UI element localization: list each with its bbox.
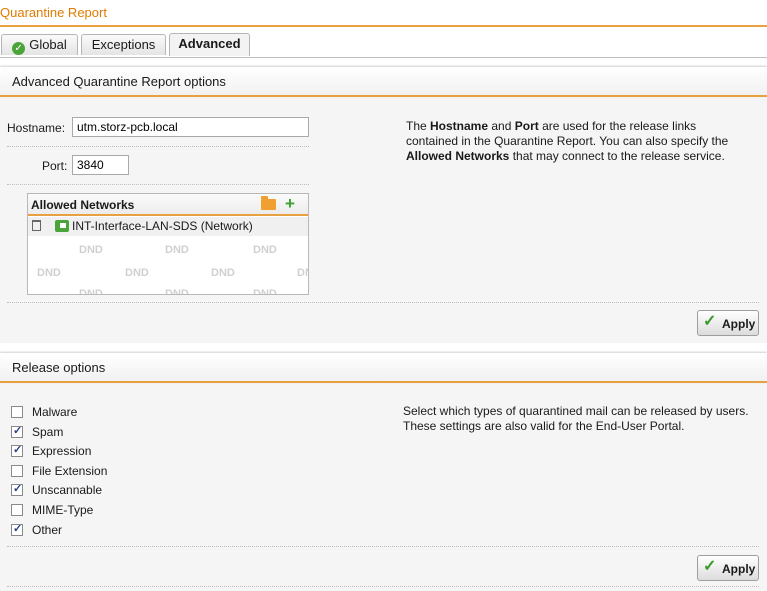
dnd-watermark: DND: [297, 267, 308, 279]
divider: [7, 146, 309, 147]
dnd-watermark: DND: [79, 288, 103, 295]
dnd-watermark: DND: [253, 244, 277, 256]
tab-advanced[interactable]: Advanced: [169, 33, 250, 56]
dnd-watermark: DND: [125, 267, 149, 279]
checkbox-label[interactable]: Unscannable: [32, 483, 102, 497]
dnd-watermark: DND: [211, 267, 235, 279]
checkbox-label[interactable]: File Extension: [32, 464, 107, 478]
port-input[interactable]: [72, 155, 129, 175]
tab-global-label: Global: [29, 37, 67, 52]
release-description: Select which types of quarantined mail c…: [403, 404, 749, 433]
dnd-watermark: DND: [253, 288, 277, 295]
divider: [7, 586, 759, 587]
checkbox-malware[interactable]: [11, 406, 23, 418]
tab-exceptions-label: Exceptions: [91, 37, 156, 52]
network-icon: [55, 220, 69, 232]
allowed-networks-title: Allowed Networks: [31, 198, 135, 212]
checkbox-expression[interactable]: [11, 443, 23, 457]
hostname-label: Hostname:: [7, 121, 66, 135]
advanced-description: The Hostname and Port are used for the r…: [406, 119, 729, 163]
checkbox-label[interactable]: Expression: [32, 444, 91, 458]
release-options-header: Release options: [0, 353, 767, 383]
apply-button[interactable]: ✓ Apply: [697, 310, 759, 336]
checkmark-icon: ✓: [703, 313, 717, 330]
checkbox-label[interactable]: Spam: [32, 425, 63, 439]
tab-global[interactable]: ✓ Global: [1, 34, 78, 55]
checkbox-mime-type[interactable]: [11, 504, 23, 516]
divider: [7, 302, 759, 303]
folder-icon[interactable]: [261, 196, 276, 210]
release-options-heading: Release options: [12, 360, 106, 375]
allowed-networks-header: Allowed Networks +: [28, 194, 308, 216]
tab-bar: ✓ Global Exceptions Advanced: [0, 27, 767, 58]
checkmark-icon: ✓: [703, 558, 717, 575]
dnd-watermark: DND: [79, 244, 103, 256]
dnd-watermark: DND: [165, 288, 189, 295]
check-circle-icon: ✓: [12, 42, 26, 55]
tab-exceptions[interactable]: Exceptions: [81, 34, 166, 55]
checkbox-label[interactable]: MIME-Type: [32, 503, 93, 517]
add-icon[interactable]: +: [285, 195, 295, 212]
checkbox-spam[interactable]: [11, 424, 23, 438]
apply-button-label: Apply: [722, 562, 756, 576]
checkbox-label[interactable]: Malware: [32, 405, 77, 419]
page-title: Quarantine Report: [0, 5, 107, 20]
network-name: INT-Interface-LAN-SDS (Network): [72, 219, 253, 233]
allowed-networks-box[interactable]: Allowed Networks + INT-Interface-LAN-SDS…: [27, 193, 309, 295]
hostname-input[interactable]: [72, 117, 309, 137]
network-list-item[interactable]: INT-Interface-LAN-SDS (Network): [28, 217, 308, 236]
checkbox-other[interactable]: [11, 522, 23, 536]
window-title-bar: Quarantine Report: [0, 0, 767, 27]
divider: [7, 546, 759, 547]
advanced-options-heading: Advanced Quarantine Report options: [12, 74, 226, 89]
release-options-section: Release options: [0, 353, 767, 591]
port-label: Port:: [42, 159, 68, 173]
dnd-watermark: DND: [37, 267, 61, 279]
checkbox-file-extension[interactable]: [11, 465, 23, 477]
advanced-options-header: Advanced Quarantine Report options: [0, 67, 767, 97]
trash-icon[interactable]: [32, 220, 41, 231]
apply-button[interactable]: ✓ Apply: [697, 555, 759, 581]
divider: [7, 184, 309, 185]
dnd-watermark: DND: [165, 244, 189, 256]
checkbox-unscannable[interactable]: [11, 482, 23, 496]
apply-button-label: Apply: [722, 317, 756, 331]
checkbox-label[interactable]: Other: [32, 523, 62, 537]
tab-advanced-label: Advanced: [178, 36, 241, 51]
